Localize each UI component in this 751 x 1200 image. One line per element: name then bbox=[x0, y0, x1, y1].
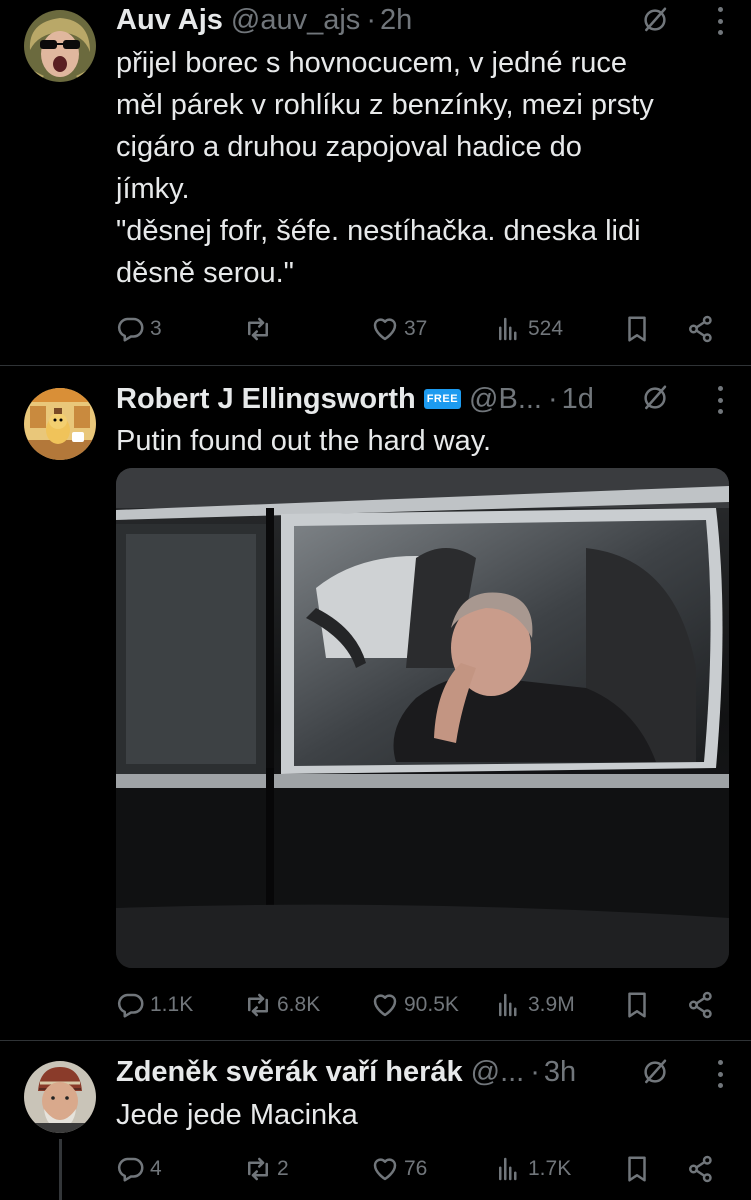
like-button[interactable]: 90.5K bbox=[370, 985, 459, 1025]
action-bar: 3 37 524 bbox=[116, 309, 723, 349]
repost-icon bbox=[243, 1154, 273, 1184]
text-line: děsně serou." bbox=[116, 257, 294, 289]
author-name[interactable]: Zdeněk svěrák vaří herák bbox=[116, 1056, 463, 1089]
separator-dot: · bbox=[366, 3, 376, 36]
more-icon[interactable] bbox=[717, 386, 723, 414]
views-icon bbox=[494, 314, 524, 344]
reply-button[interactable]: 3 bbox=[116, 309, 162, 349]
thread-connector bbox=[59, 1139, 62, 1200]
repost-button[interactable] bbox=[243, 309, 277, 349]
grok-icon[interactable] bbox=[640, 383, 670, 413]
reply-button[interactable]: 1.1K bbox=[116, 985, 193, 1025]
views-icon bbox=[494, 990, 524, 1020]
repost-count: 2 bbox=[277, 1157, 289, 1180]
text-line: jímky. bbox=[116, 173, 190, 205]
action-bar: 4 2 76 1.7K bbox=[116, 1149, 723, 1189]
avatar-robert[interactable] bbox=[24, 388, 96, 460]
views-count: 1.7K bbox=[528, 1157, 572, 1180]
tweet-video-thumbnail[interactable] bbox=[116, 468, 729, 968]
bookmark-icon bbox=[622, 1154, 652, 1184]
grok-icon[interactable] bbox=[640, 5, 670, 35]
reply-icon bbox=[116, 990, 146, 1020]
text-line: přijel borec s hovnocucem, v jedné ruce bbox=[116, 47, 627, 79]
views-count: 524 bbox=[528, 317, 564, 340]
separator-dot: · bbox=[530, 1055, 540, 1088]
repost-count: 6.8K bbox=[277, 993, 321, 1016]
more-icon[interactable] bbox=[717, 1060, 723, 1088]
car-window-image bbox=[116, 468, 729, 968]
text-line: "děsnej fofr, šéfe. nestíhačka. dneska l… bbox=[116, 215, 641, 247]
text-line: Putin found out the hard way. bbox=[116, 425, 492, 457]
bookmark-button[interactable] bbox=[622, 985, 652, 1025]
repost-button[interactable]: 6.8K bbox=[243, 985, 320, 1025]
bookmark-button[interactable] bbox=[622, 309, 652, 349]
author-name[interactable]: Robert J Ellingsworth bbox=[116, 383, 416, 416]
reply-icon bbox=[116, 1154, 146, 1184]
repost-icon bbox=[243, 314, 273, 344]
share-button[interactable] bbox=[686, 1149, 716, 1189]
reply-button[interactable]: 4 bbox=[116, 1149, 162, 1189]
tweet-3[interactable]: Zdeněk svěrák vaří herák @... · 3h Jede … bbox=[0, 1041, 751, 1200]
text-line: Jede jede Macinka bbox=[116, 1099, 358, 1131]
views-count: 3.9M bbox=[528, 993, 575, 1016]
bookmark-icon bbox=[622, 990, 652, 1020]
tweet-text: Putin found out the hard way. bbox=[116, 420, 711, 462]
reply-count: 4 bbox=[150, 1157, 162, 1180]
repost-button[interactable]: 2 bbox=[243, 1149, 289, 1189]
like-button[interactable]: 37 bbox=[370, 309, 427, 349]
bookmark-icon bbox=[622, 314, 652, 344]
like-count: 76 bbox=[404, 1157, 428, 1180]
reply-count: 3 bbox=[150, 317, 162, 340]
share-icon bbox=[686, 314, 716, 344]
timestamp[interactable]: 2h bbox=[380, 4, 412, 37]
reply-count: 1.1K bbox=[150, 993, 194, 1016]
like-icon bbox=[370, 990, 400, 1020]
separator-dot: · bbox=[547, 382, 558, 415]
bookmark-button[interactable] bbox=[622, 1149, 652, 1189]
text-line: cigáro a druhou zapojoval hadice do bbox=[116, 131, 582, 163]
reply-icon bbox=[116, 314, 146, 344]
author-name[interactable]: Auv Ajs bbox=[116, 4, 223, 37]
avatar-zdenek[interactable] bbox=[24, 1061, 96, 1133]
share-icon bbox=[686, 990, 716, 1020]
share-icon bbox=[686, 1154, 716, 1184]
like-button[interactable]: 76 bbox=[370, 1149, 427, 1189]
share-button[interactable] bbox=[686, 309, 716, 349]
views-button[interactable]: 3.9M bbox=[494, 985, 575, 1025]
like-count: 90.5K bbox=[404, 993, 459, 1016]
timestamp[interactable]: 1d bbox=[562, 383, 594, 416]
tweet-text: přijel borec s hovnocucem, v jedné ruce … bbox=[116, 42, 711, 294]
like-icon bbox=[370, 314, 400, 344]
author-handle[interactable]: @B... bbox=[469, 383, 542, 416]
author-handle[interactable]: @auv_ajs bbox=[231, 4, 360, 37]
tweet-1[interactable]: Auv Ajs @auv_ajs · 2h přijel borec s hov… bbox=[0, 0, 751, 365]
views-button[interactable]: 1.7K bbox=[494, 1149, 571, 1189]
like-count: 37 bbox=[404, 317, 428, 340]
action-bar: 1.1K 6.8K 90.5K 3.9M bbox=[116, 985, 723, 1025]
tweet-text: Jede jede Macinka bbox=[116, 1094, 711, 1136]
like-icon bbox=[370, 1154, 400, 1184]
author-handle[interactable]: @... bbox=[471, 1056, 525, 1089]
repost-icon bbox=[243, 990, 273, 1020]
avatar-auv-ajs[interactable] bbox=[24, 10, 96, 82]
more-icon[interactable] bbox=[717, 7, 723, 35]
views-button[interactable]: 524 bbox=[494, 309, 563, 349]
grok-icon[interactable] bbox=[640, 1057, 670, 1087]
free-badge-icon: FREE bbox=[423, 389, 462, 409]
timestamp[interactable]: 3h bbox=[544, 1056, 576, 1089]
views-icon bbox=[494, 1154, 524, 1184]
share-button[interactable] bbox=[686, 985, 716, 1025]
text-line: měl párek v rohlíku z benzínky, mezi prs… bbox=[116, 89, 654, 121]
